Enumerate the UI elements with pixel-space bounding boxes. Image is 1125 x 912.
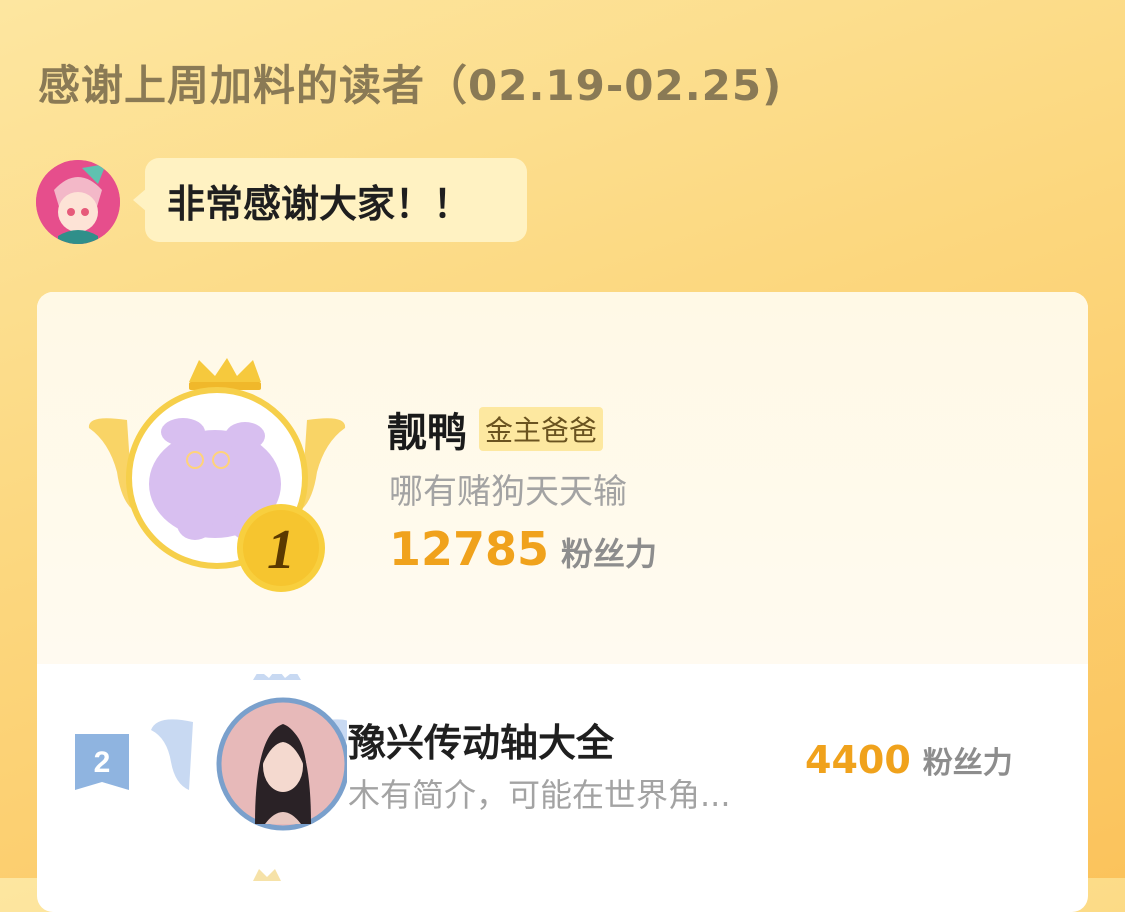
rank-2-number: 2 (94, 746, 111, 779)
crown-icon (253, 668, 301, 680)
ranking-card: 1 靓鸭 金主爸爸 哪有赌狗天天输 12785 粉丝力 2 豫兴传动轴大全 木有… (37, 292, 1088, 912)
rank-2-bio: 木有简介，可能在世界角... (348, 776, 731, 814)
speech-bubble: 非常感谢大家！！ (133, 158, 527, 242)
rank-2-entry[interactable]: 2 豫兴传动轴大全 木有简介，可能在世界角... 4400 粉丝力 (37, 664, 1088, 844)
greeting-text: 非常感谢大家！！ (167, 181, 472, 226)
rank-2-name: 豫兴传动轴大全 (348, 721, 615, 765)
rank-flag-icon: 2 (75, 734, 129, 790)
rank-1-tag: 金主爸爸 (479, 407, 604, 451)
rank-1-badge: 1 (87, 354, 347, 604)
rank-2-fans-unit: 粉丝力 (922, 746, 1013, 781)
rank-1-bio: 哪有赌狗天天输 (389, 472, 627, 512)
rank-3-crown-peek (249, 866, 285, 881)
mascot-avatar[interactable] (36, 160, 120, 244)
rank-1-entry[interactable]: 1 靓鸭 金主爸爸 哪有赌狗天天输 12785 粉丝力 (37, 292, 1088, 664)
crown-icon (189, 358, 261, 390)
rank-1-number: 1 (267, 519, 295, 581)
rank-1-name: 靓鸭 (387, 410, 467, 456)
rank-1-fans-unit: 粉丝力 (561, 535, 658, 573)
rank-2-fans-value: 4400 (805, 738, 911, 782)
rank-2-badge (147, 668, 357, 834)
rank-1-fans-value: 12785 (389, 522, 550, 576)
page-title: 感谢上周加料的读者（02.19-02.25) (38, 61, 783, 110)
